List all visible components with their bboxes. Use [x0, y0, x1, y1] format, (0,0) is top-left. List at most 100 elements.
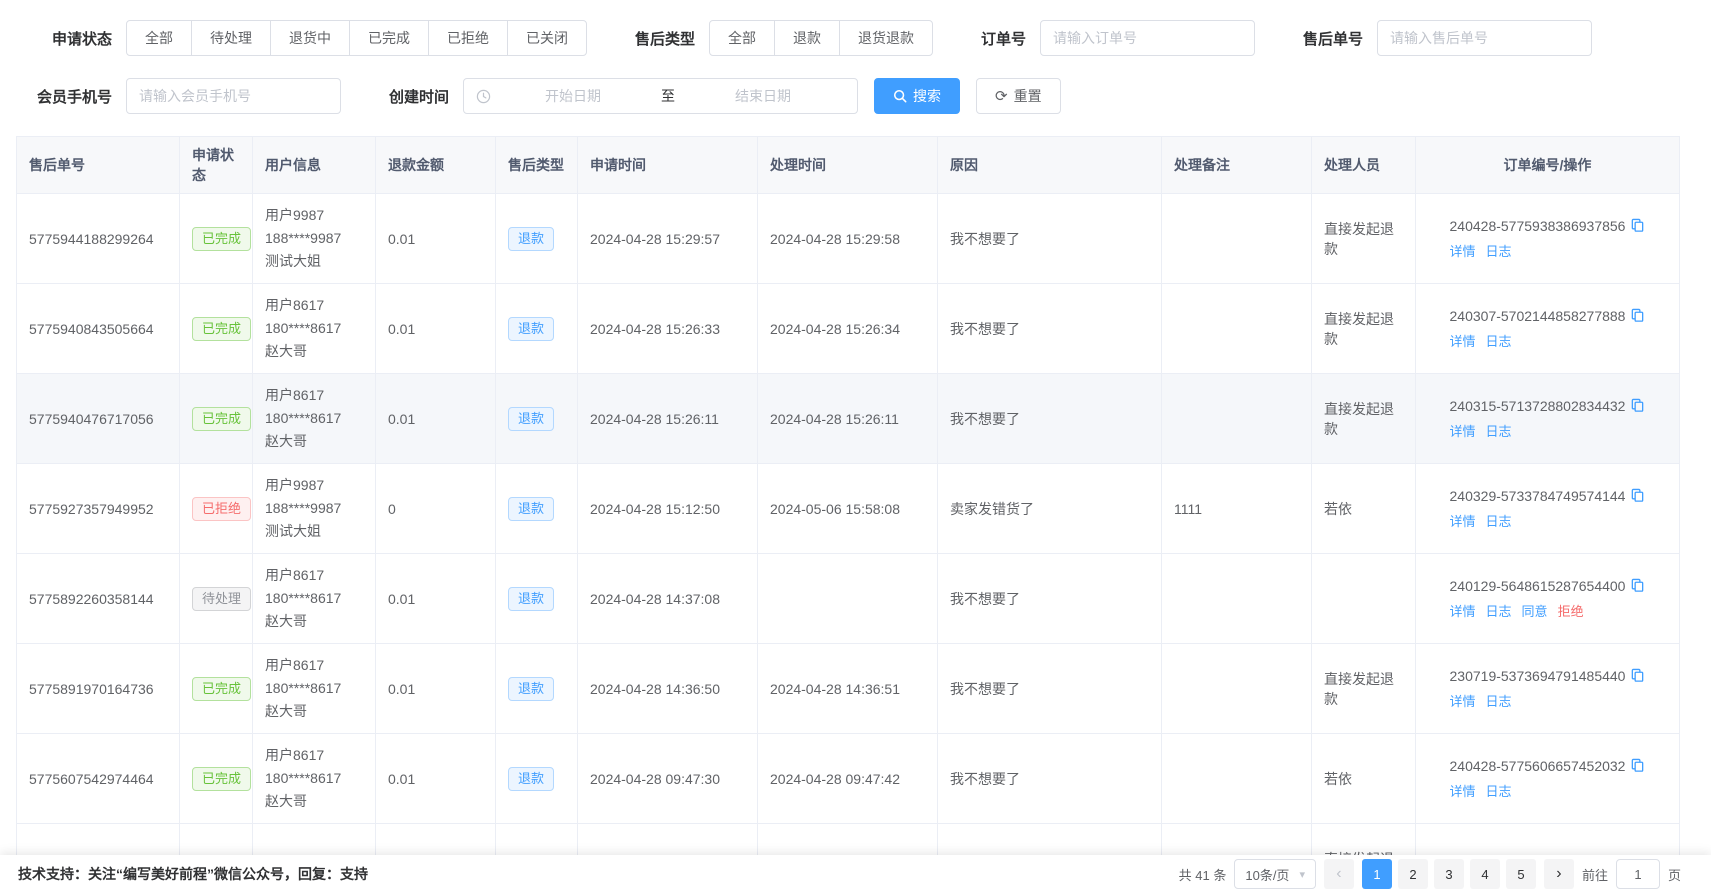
action-detail[interactable]: 详情 — [1450, 244, 1476, 259]
user-info-line: 赵大哥 — [265, 790, 363, 813]
order-no-line: 240307-5702144858277888 — [1450, 308, 1646, 324]
order-no: 240129-5648615287654400 — [1450, 578, 1626, 594]
action-links: 详情日志 — [1450, 781, 1646, 800]
footer-bar: 技术支持：关注“编写美好前程”微信公众号，回复：支持 共 41 条 10条/页 … — [0, 855, 1711, 893]
action-agree[interactable]: 同意 — [1522, 604, 1548, 619]
reset-button[interactable]: ⟳ 重置 — [976, 78, 1061, 114]
status-option-5[interactable]: 已关闭 — [507, 20, 587, 56]
copy-icon[interactable] — [1630, 488, 1645, 503]
action-links: 详情日志 — [1450, 331, 1646, 350]
table-row: 5775891970164736已完成用户8617180****8617赵大哥0… — [17, 644, 1680, 734]
goto-page-input[interactable] — [1616, 859, 1660, 889]
table-row: 5775940476717056已完成用户8617180****8617赵大哥0… — [17, 374, 1680, 464]
action-log[interactable]: 日志 — [1486, 514, 1512, 529]
aftersale-type-cell: 退款 — [496, 644, 578, 734]
end-date-input[interactable]: 结束日期 — [681, 86, 845, 106]
handle-time-cell: 2024-04-28 14:36:51 — [758, 644, 938, 734]
aftersale-no-label: 售后单号 — [1303, 28, 1363, 49]
type-option-2[interactable]: 退货退款 — [839, 20, 933, 56]
action-log[interactable]: 日志 — [1486, 334, 1512, 349]
table-row: 5775892260358144待处理用户8617180****8617赵大哥0… — [17, 554, 1680, 644]
copy-icon[interactable] — [1630, 398, 1645, 413]
page-unit-label: 页 — [1668, 865, 1681, 884]
handle-time-cell: 2024-04-28 09:47:42 — [758, 734, 938, 824]
refund-amount-cell: 0.01 — [376, 734, 496, 824]
user-info-line: 用户9987 — [265, 204, 363, 227]
user-info-line: 用户8617 — [265, 294, 363, 317]
page-button-1[interactable]: 1 — [1362, 859, 1392, 889]
user-info-line: 180****8617 — [265, 587, 363, 610]
column-header-9: 处理人员 — [1312, 137, 1416, 194]
action-log[interactable]: 日志 — [1486, 424, 1512, 439]
action-detail[interactable]: 详情 — [1450, 604, 1476, 619]
refund-amount-cell: 0.01 — [376, 554, 496, 644]
column-header-7: 原因 — [938, 137, 1162, 194]
copy-icon[interactable] — [1630, 668, 1645, 683]
handle-remark-cell — [1162, 374, 1312, 464]
action-log[interactable]: 日志 — [1486, 784, 1512, 799]
aftersale-management-page: 申请状态 全部待处理退货中已完成已拒绝已关闭 售后类型 全部退款退货退款 订单号… — [0, 0, 1711, 855]
action-log[interactable]: 日志 — [1486, 244, 1512, 259]
handler-cell: 直接发起退款 — [1312, 374, 1416, 464]
action-reject[interactable]: 拒绝 — [1558, 604, 1584, 619]
action-detail[interactable]: 详情 — [1450, 514, 1476, 529]
status-badge: 已完成 — [192, 317, 251, 341]
aftersale-no-input[interactable] — [1377, 20, 1592, 56]
refund-amount-cell: 0.01 — [376, 194, 496, 284]
order-no-line: 230719-5373694791485440 — [1450, 668, 1646, 684]
action-detail[interactable]: 详情 — [1450, 424, 1476, 439]
copy-icon[interactable] — [1630, 578, 1645, 593]
apply-time-cell: 2024-04-28 14:36:50 — [578, 644, 758, 734]
action-detail[interactable]: 详情 — [1450, 784, 1476, 799]
date-range-picker[interactable]: 开始日期 至 结束日期 — [463, 78, 858, 114]
status-badge: 已完成 — [192, 407, 251, 431]
action-links: 详情日志 — [1450, 511, 1646, 530]
handler-cell: 若依 — [1312, 734, 1416, 824]
phone-input[interactable] — [126, 78, 341, 114]
user-info-line: 188****9987 — [265, 227, 363, 250]
aftersale-type-badge: 退款 — [508, 497, 554, 521]
aftersale-table: 售后单号申请状态用户信息退款金额售后类型申请时间处理时间原因处理备注处理人员订单… — [16, 136, 1695, 855]
page-size-select[interactable]: 10条/页 ▾ — [1234, 859, 1316, 889]
page-button-5[interactable]: 5 — [1506, 859, 1536, 889]
prev-page-button[interactable]: ‹ — [1324, 859, 1354, 889]
action-log[interactable]: 日志 — [1486, 694, 1512, 709]
action-log[interactable]: 日志 — [1486, 604, 1512, 619]
next-page-button[interactable]: › — [1544, 859, 1574, 889]
copy-icon[interactable] — [1630, 218, 1645, 233]
total-count: 共 41 条 — [1179, 865, 1227, 884]
order-no: 240315-5713728802834432 — [1450, 398, 1626, 414]
reason-cell: 我不想要了 — [938, 194, 1162, 284]
order-no-input[interactable] — [1040, 20, 1255, 56]
copy-icon[interactable] — [1630, 758, 1645, 773]
type-filter: 售后类型 全部退款退货退款 — [635, 20, 933, 56]
status-option-0[interactable]: 全部 — [126, 20, 192, 56]
create-time-label: 创建时间 — [389, 86, 449, 107]
page-button-4[interactable]: 4 — [1470, 859, 1500, 889]
reset-icon: ⟳ — [995, 89, 1008, 104]
status-cell: 已完成 — [180, 824, 253, 856]
status-option-1[interactable]: 待处理 — [191, 20, 271, 56]
action-detail[interactable]: 详情 — [1450, 694, 1476, 709]
page-button-3[interactable]: 3 — [1434, 859, 1464, 889]
type-option-1[interactable]: 退款 — [774, 20, 840, 56]
aftersale-type-badge: 退款 — [508, 317, 554, 341]
apply-time-cell: 2024-04-28 15:29:57 — [578, 194, 758, 284]
aftersale-no-cell: 5775891970164736 — [17, 644, 180, 734]
start-date-input[interactable]: 开始日期 — [491, 86, 655, 106]
aftersale-no-cell: 5775892260358144 — [17, 554, 180, 644]
status-option-4[interactable]: 已拒绝 — [428, 20, 508, 56]
copy-icon[interactable] — [1630, 308, 1645, 323]
refund-amount-cell: 0.01 — [376, 284, 496, 374]
page-button-2[interactable]: 2 — [1398, 859, 1428, 889]
search-button[interactable]: 搜索 — [874, 78, 960, 114]
status-option-2[interactable]: 退货中 — [270, 20, 350, 56]
aftersale-no-filter: 售后单号 — [1303, 20, 1592, 56]
user-info-line: 赵大哥 — [265, 430, 363, 453]
order-action-cell: 240428-5775606657452032详情日志 — [1416, 734, 1680, 824]
table-row: 5775927357949952已拒绝用户9987188****9987测试大姐… — [17, 464, 1680, 554]
status-option-3[interactable]: 已完成 — [349, 20, 429, 56]
action-detail[interactable]: 详情 — [1450, 334, 1476, 349]
filter-area: 申请状态 全部待处理退货中已完成已拒绝已关闭 售后类型 全部退款退货退款 订单号… — [0, 0, 1711, 114]
type-option-0[interactable]: 全部 — [709, 20, 775, 56]
